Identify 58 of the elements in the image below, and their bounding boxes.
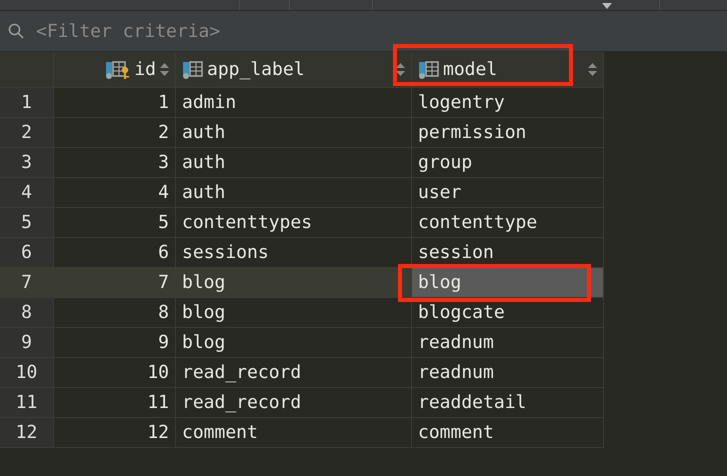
key-column-icon — [105, 60, 132, 80]
column-name: app_label — [207, 59, 305, 80]
table-cell: auth — [176, 178, 412, 208]
table-cell: comment — [176, 418, 412, 448]
row-number[interactable]: 11 — [0, 388, 54, 418]
row-number[interactable]: 7 — [0, 268, 54, 298]
row-number[interactable]: 3 — [0, 148, 54, 178]
table-cell: blog — [176, 268, 412, 298]
table-cell: readnum — [412, 328, 604, 358]
row-number[interactable]: 12 — [0, 418, 54, 448]
table-cell: 2 — [54, 118, 176, 148]
table-cell: auth — [176, 118, 412, 148]
row-number[interactable]: 5 — [0, 208, 54, 238]
row-number[interactable]: 8 — [0, 298, 54, 328]
table-cell: admin — [176, 88, 412, 118]
table-cell: group — [412, 148, 604, 178]
row-number[interactable]: 6 — [0, 238, 54, 268]
table-cell: read_record — [176, 388, 412, 418]
table-cell: 5 — [54, 208, 176, 238]
table-cell: 1 — [54, 88, 176, 118]
table-cell: 12 — [54, 418, 176, 448]
table-cell: readdetail — [412, 388, 604, 418]
table-cell: permission — [412, 118, 604, 148]
column-name: id — [134, 59, 156, 80]
table-cell: logentry — [412, 88, 604, 118]
table-cell: contenttype — [412, 208, 604, 238]
row-number[interactable]: 1 — [0, 88, 54, 118]
row-number[interactable]: 9 — [0, 328, 54, 358]
table-cell: auth — [176, 148, 412, 178]
table-cell: comment — [412, 418, 604, 448]
column-icon — [182, 60, 204, 80]
column-header[interactable]: app_label — [176, 52, 412, 88]
sort-icon[interactable] — [588, 63, 597, 76]
column-header[interactable]: id — [54, 52, 176, 88]
table-cell: user — [412, 178, 604, 208]
table-cell: blog — [412, 268, 604, 298]
table-cell: 6 — [54, 238, 176, 268]
table-cell: 7 — [54, 268, 176, 298]
table-cell: read_record — [176, 358, 412, 388]
table-cell: readnum — [412, 358, 604, 388]
row-number[interactable]: 4 — [0, 178, 54, 208]
table-cell: 11 — [54, 388, 176, 418]
column-name: model — [443, 59, 498, 80]
row-number[interactable]: 2 — [0, 118, 54, 148]
table-cell: sessions — [176, 238, 412, 268]
table-cell: 4 — [54, 178, 176, 208]
table-cell: 10 — [54, 358, 176, 388]
table-cell: blog — [176, 328, 412, 358]
search-icon — [8, 23, 24, 39]
sort-icon[interactable] — [396, 63, 405, 76]
table-cell: 3 — [54, 148, 176, 178]
table-cell: contenttypes — [176, 208, 412, 238]
column-icon — [418, 60, 440, 80]
table-cell: 8 — [54, 298, 176, 328]
sort-icon[interactable] — [160, 63, 169, 76]
table-cell: 9 — [54, 328, 176, 358]
row-number[interactable]: 10 — [0, 358, 54, 388]
caret-icon — [602, 3, 612, 9]
